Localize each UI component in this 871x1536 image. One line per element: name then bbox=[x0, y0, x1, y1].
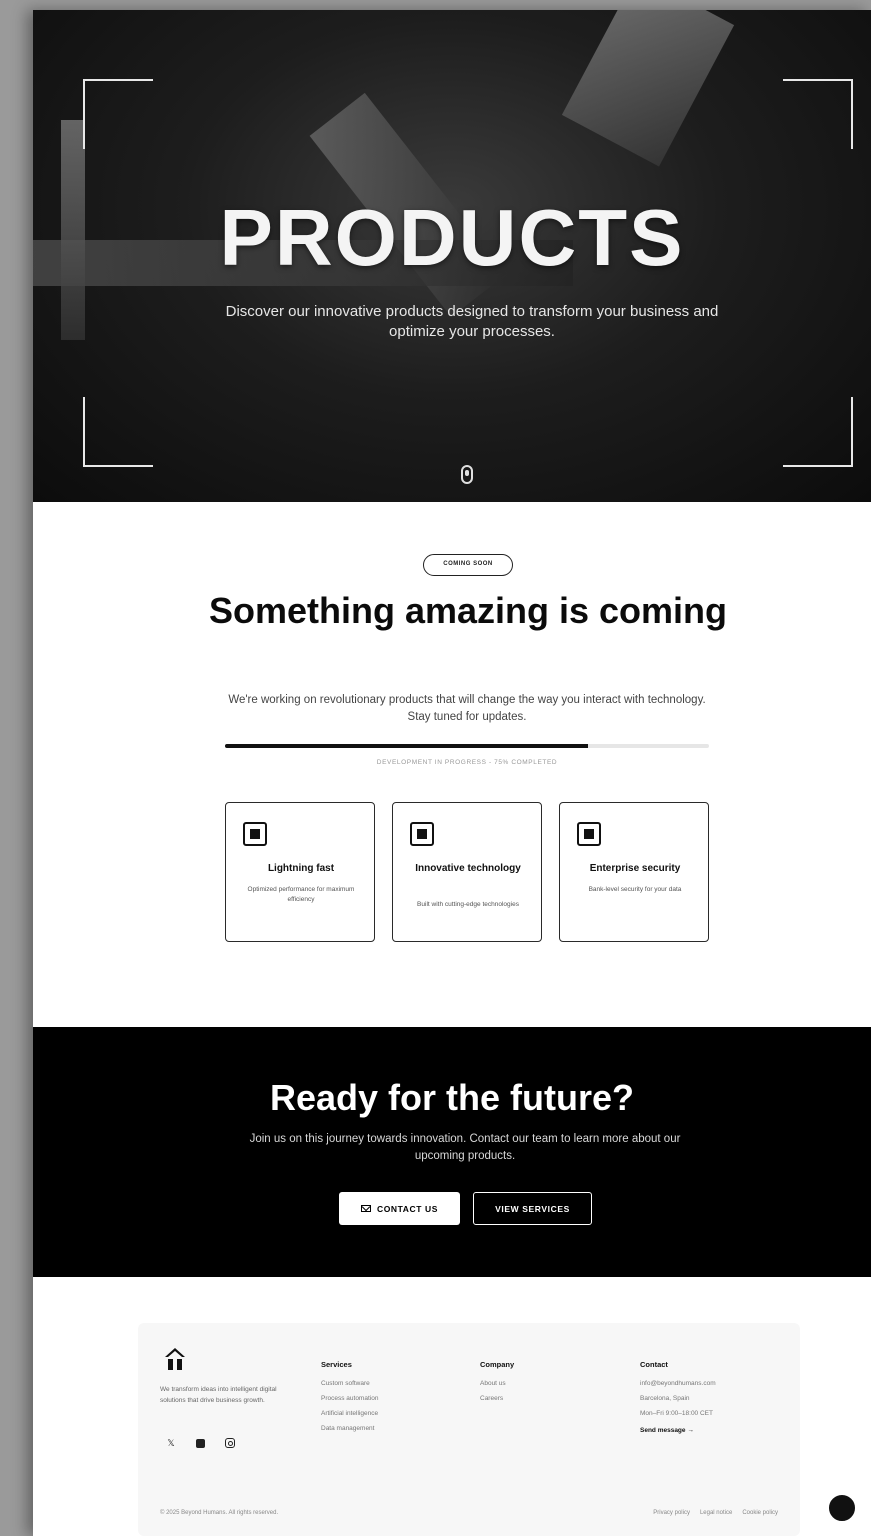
cta-section: Ready for the future? Join us on this jo… bbox=[33, 1027, 871, 1277]
footer-link-about-us[interactable]: About us bbox=[480, 1376, 514, 1391]
feature-title: Innovative technology bbox=[415, 863, 521, 874]
footer-services-column: Services Custom software Process automat… bbox=[321, 1360, 378, 1436]
footer-link-data-management[interactable]: Data management bbox=[321, 1421, 378, 1436]
privacy-policy-link[interactable]: Privacy policy bbox=[653, 1510, 690, 1516]
scroll-mouse-icon[interactable] bbox=[461, 465, 473, 484]
footer-company-column: Company About us Careers bbox=[480, 1360, 514, 1406]
cta-title: Ready for the future? bbox=[269, 1077, 635, 1118]
chat-icon[interactable] bbox=[827, 1493, 857, 1523]
x-icon[interactable]: 𝕏 bbox=[166, 1438, 176, 1448]
feature-card-enterprise-security: Enterprise security Bank-level security … bbox=[559, 802, 709, 942]
footer-column-heading: Contact bbox=[640, 1360, 668, 1369]
page: PRODUCTS Discover our innovative product… bbox=[33, 10, 871, 1536]
hero-section: PRODUCTS Discover our innovative product… bbox=[33, 10, 871, 502]
view-services-button[interactable]: VIEW SERVICES bbox=[473, 1192, 592, 1225]
footer-link-artificial-intelligence[interactable]: Artificial intelligence bbox=[321, 1406, 378, 1421]
copyright-text: © 2025 Beyond Humans. All rights reserve… bbox=[160, 1510, 279, 1516]
footer-about-text: We transform ideas into intelligent digi… bbox=[160, 1386, 277, 1404]
hero-shape bbox=[561, 10, 735, 167]
frame-corner-top-right bbox=[783, 79, 853, 149]
frame-corner-bottom-right bbox=[783, 397, 853, 467]
legal-notice-link[interactable]: Legal notice bbox=[700, 1510, 732, 1516]
footer: We transform ideas into intelligent digi… bbox=[138, 1323, 800, 1536]
footer-link-process-automation[interactable]: Process automation bbox=[321, 1391, 378, 1406]
chip-icon bbox=[243, 822, 267, 846]
feature-description: Bank-level security for your data bbox=[588, 886, 682, 893]
feature-card-innovative-technology: Innovative technology Built with cutting… bbox=[392, 802, 542, 942]
hero-title: PRODUCTS bbox=[219, 193, 685, 282]
footer-contact-location: Barcelona, Spain bbox=[640, 1395, 690, 1402]
send-message-link[interactable]: Send message → bbox=[640, 1427, 716, 1434]
frame-corner-top-left bbox=[83, 79, 153, 149]
feature-description: Built with cutting-edge technologies bbox=[417, 901, 519, 908]
footer-contact-hours: Mon–Fri 9:00–18:00 CET bbox=[640, 1410, 713, 1417]
footer-link-custom-software[interactable]: Custom software bbox=[321, 1376, 378, 1391]
mail-icon bbox=[360, 1205, 371, 1212]
footer-contact-email[interactable]: info@beyondhumans.com bbox=[640, 1376, 716, 1391]
logo-icon[interactable] bbox=[164, 1347, 186, 1371]
chip-icon bbox=[577, 822, 601, 846]
cta-text: Join us on this journey towards innovati… bbox=[249, 1133, 681, 1162]
footer-column-heading: Services bbox=[321, 1360, 352, 1369]
footer-contact-column: Contact info@beyondhumans.com Barcelona,… bbox=[640, 1360, 716, 1434]
instagram-icon[interactable] bbox=[225, 1438, 235, 1448]
linkedin-icon[interactable] bbox=[196, 1439, 205, 1448]
footer-link-careers[interactable]: Careers bbox=[480, 1391, 514, 1406]
coming-soon-badge: COMING SOON bbox=[423, 554, 513, 576]
contact-us-label: CONTACT US bbox=[376, 1203, 439, 1214]
progress-bar bbox=[225, 744, 709, 748]
social-links: 𝕏 bbox=[166, 1438, 235, 1448]
feature-card-lightning-fast: Lightning fast Optimized performance for… bbox=[225, 802, 375, 942]
feature-title: Lightning fast bbox=[267, 863, 335, 874]
chip-icon bbox=[410, 822, 434, 846]
footer-column-heading: Company bbox=[480, 1360, 515, 1369]
cookie-policy-link[interactable]: Cookie policy bbox=[742, 1510, 778, 1516]
feature-description: Optimized performance for maximum effici… bbox=[247, 886, 355, 903]
coming-soon-text: We're working on revolutionary products … bbox=[228, 694, 706, 723]
progress-fill bbox=[225, 744, 588, 748]
coming-soon-title: Something amazing is coming bbox=[208, 590, 728, 631]
frame-corner-bottom-left bbox=[83, 397, 153, 467]
feature-title: Enterprise security bbox=[589, 863, 681, 874]
legal-links: Privacy policy Legal notice Cookie polic… bbox=[653, 1510, 778, 1516]
contact-us-button[interactable]: CONTACT US bbox=[339, 1192, 460, 1225]
progress-label: DEVELOPMENT IN PROGRESS - 75% COMPLETED bbox=[376, 759, 558, 766]
hero-subtitle: Discover our innovative products designe… bbox=[225, 303, 719, 340]
view-services-label: VIEW SERVICES bbox=[495, 1203, 570, 1214]
